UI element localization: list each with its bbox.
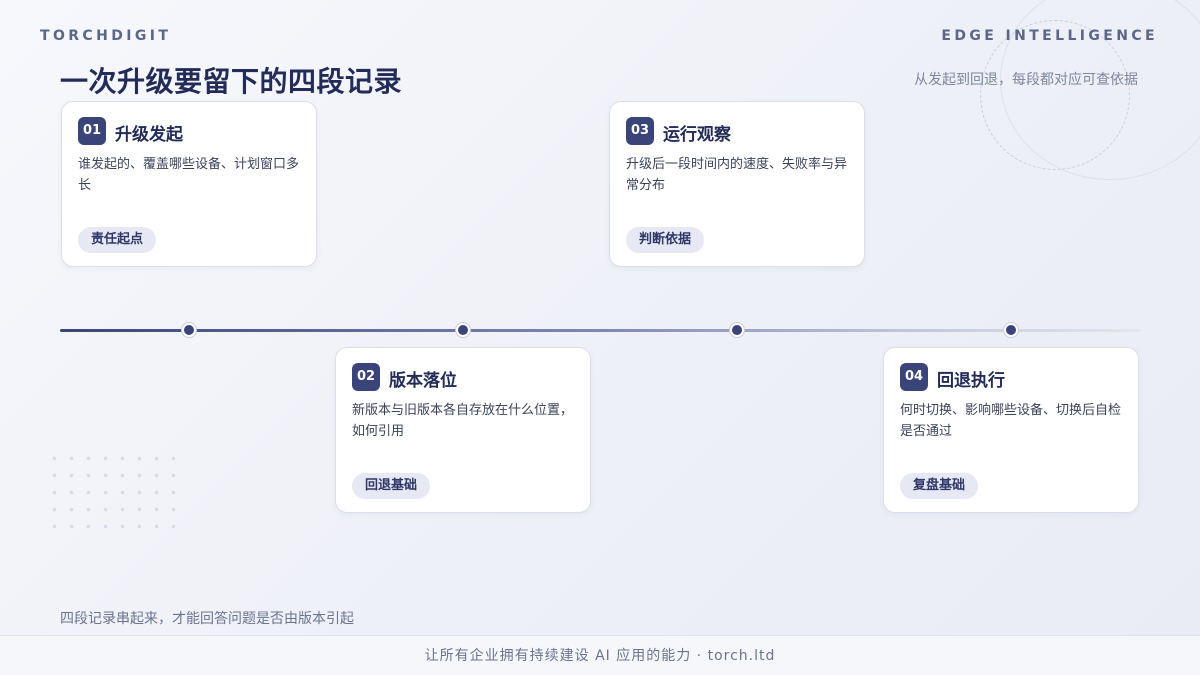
timeline-dot-1 bbox=[182, 323, 196, 337]
step-title: 回退执行 bbox=[937, 371, 1005, 391]
step-tag: 判断依据 bbox=[626, 227, 705, 253]
step-tag: 复盘基础 bbox=[900, 473, 979, 499]
page-subtitle: 从发起到回退，每段都对应可查依据 bbox=[914, 72, 1138, 88]
page-title: 一次升级要留下的四段记录 bbox=[60, 65, 403, 98]
decorative-dot-grid bbox=[46, 450, 176, 530]
conclusion-text: 四段记录串起来，才能回答问题是否由版本引起 bbox=[60, 611, 354, 627]
step-title: 运行观察 bbox=[663, 125, 731, 145]
brand-logo-text: TORCHDIGIT bbox=[40, 28, 172, 44]
step-card-2: 02 版本落位 新版本与旧版本各自存放在什么位置，如何引用 回退基础 bbox=[335, 347, 591, 513]
step-card-1: 01 升级发起 谁发起的、覆盖哪些设备、计划窗口多长 责任起点 bbox=[61, 101, 317, 267]
step-number-badge: 01 bbox=[78, 117, 106, 145]
step-title: 版本落位 bbox=[389, 371, 457, 391]
step-card-4: 04 回退执行 何时切换、影响哪些设备、切换后自检是否通过 复盘基础 bbox=[883, 347, 1139, 513]
step-description: 新版本与旧版本各自存放在什么位置，如何引用 bbox=[352, 403, 574, 439]
edge-intelligence-label: EDGE INTELLIGENCE bbox=[941, 28, 1158, 44]
step-number-badge: 04 bbox=[900, 363, 928, 391]
step-card-3: 03 运行观察 升级后一段时间内的速度、失败率与异常分布 判断依据 bbox=[609, 101, 865, 267]
step-title: 升级发起 bbox=[115, 125, 183, 145]
step-number-badge: 02 bbox=[352, 363, 380, 391]
timeline-dot-4 bbox=[1004, 323, 1018, 337]
timeline-dot-3 bbox=[730, 323, 744, 337]
step-number-badge: 03 bbox=[626, 117, 654, 145]
step-description: 何时切换、影响哪些设备、切换后自检是否通过 bbox=[900, 403, 1122, 439]
step-tag: 回退基础 bbox=[352, 473, 431, 499]
timeline-line bbox=[60, 329, 1140, 332]
footer-bar: 让所有企业拥有持续建设 AI 应用的能力 · torch.ltd bbox=[0, 635, 1200, 675]
step-tag: 责任起点 bbox=[78, 227, 157, 253]
timeline-dot-2 bbox=[456, 323, 470, 337]
step-description: 升级后一段时间内的速度、失败率与异常分布 bbox=[626, 157, 848, 193]
step-description: 谁发起的、覆盖哪些设备、计划窗口多长 bbox=[78, 157, 300, 193]
